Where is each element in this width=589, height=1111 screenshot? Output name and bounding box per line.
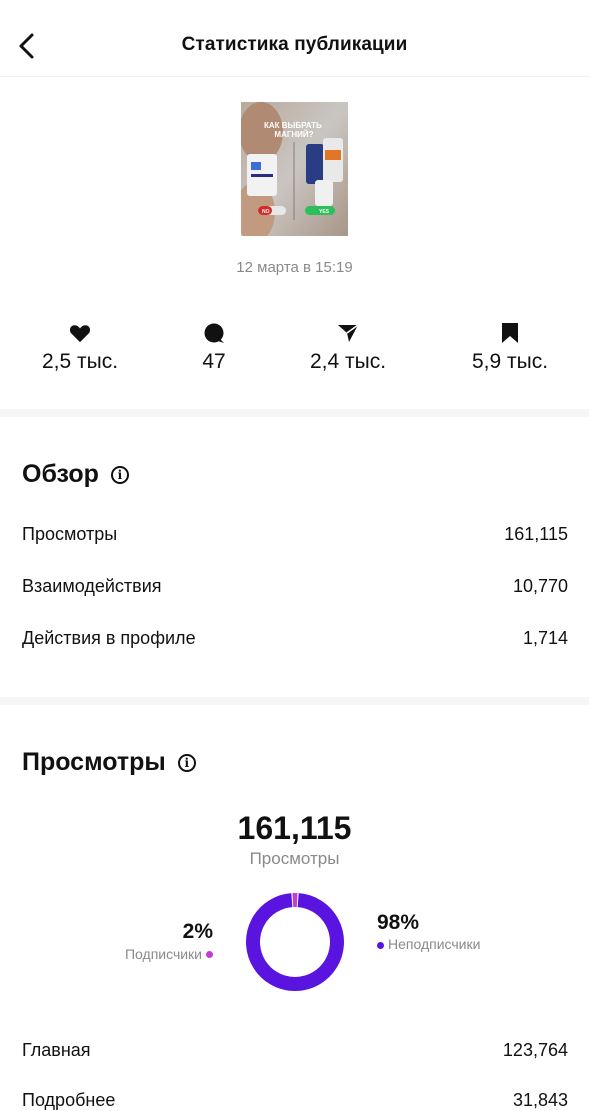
overview-row: Просмотры 161,115 [22, 524, 568, 545]
overview-row-label: Действия в профиле [22, 628, 196, 649]
comments-count: 47 [144, 350, 284, 374]
send-icon [337, 323, 359, 343]
followers-percent: 2% [100, 920, 213, 944]
overview-row-label: Просмотры [22, 524, 117, 545]
views-source-label: Главная [22, 1040, 91, 1061]
views-source-row: Главная 123,764 [22, 1040, 568, 1061]
followers-dot [206, 951, 213, 958]
nonfollowers-percent: 98% [377, 911, 419, 935]
views-title: Просмотры [22, 748, 166, 777]
info-icon[interactable]: i [111, 466, 129, 484]
followers-legend: Подписчики [60, 946, 213, 962]
page-title: Статистика публикации [0, 34, 589, 56]
post-date: 12 марта в 15:19 [0, 259, 589, 276]
nonfollowers-legend: Неподписчики [377, 936, 507, 953]
views-source-row: Подробнее 31,843 [22, 1090, 568, 1111]
comment-icon [203, 322, 225, 344]
shares-count: 2,4 тыс. [278, 350, 418, 374]
thumbnail-yes-label: YES [319, 209, 330, 215]
overview-row-label: Взаимодействия [22, 576, 162, 597]
likes-count: 2,5 тыс. [10, 350, 150, 374]
top-bar: Статистика публикации [0, 0, 589, 77]
views-heading: Просмотры i [22, 748, 196, 777]
post-thumbnail[interactable]: КАК ВЫБРАТЬ МАГНИЙ? NO YES [241, 102, 348, 236]
heart-icon [69, 323, 91, 343]
nonfollowers-dot [377, 942, 384, 949]
bookmark-icon [501, 322, 519, 344]
section-divider [0, 409, 589, 417]
saves-metric: 5,9 тыс. [440, 320, 580, 374]
views-total-label: Просмотры [0, 849, 589, 869]
views-total: 161,115 [0, 810, 589, 847]
views-donut-chart [244, 891, 346, 993]
likes-metric: 2,5 тыс. [10, 320, 150, 374]
views-source-value: 31,843 [513, 1090, 568, 1111]
saves-count: 5,9 тыс. [440, 350, 580, 374]
shares-metric: 2,4 тыс. [278, 320, 418, 374]
overview-row: Взаимодействия 10,770 [22, 576, 568, 597]
overview-row-value: 161,115 [504, 524, 568, 545]
followers-label: Подписчики [125, 946, 202, 962]
overview-heading: Обзор i [22, 460, 129, 489]
overview-title: Обзор [22, 460, 99, 489]
comments-metric: 47 [144, 320, 284, 374]
overview-row-value: 1,714 [523, 628, 568, 649]
overview-row: Действия в профиле 1,714 [22, 628, 568, 649]
thumbnail-no-label: NO [262, 209, 270, 215]
views-source-value: 123,764 [503, 1040, 568, 1061]
section-divider [0, 697, 589, 705]
nonfollowers-label: Неподписчики [388, 936, 498, 953]
nonfollowers-segment [253, 900, 337, 984]
overview-row-value: 10,770 [513, 576, 568, 597]
info-icon[interactable]: i [178, 754, 196, 772]
views-source-label: Подробнее [22, 1090, 115, 1111]
